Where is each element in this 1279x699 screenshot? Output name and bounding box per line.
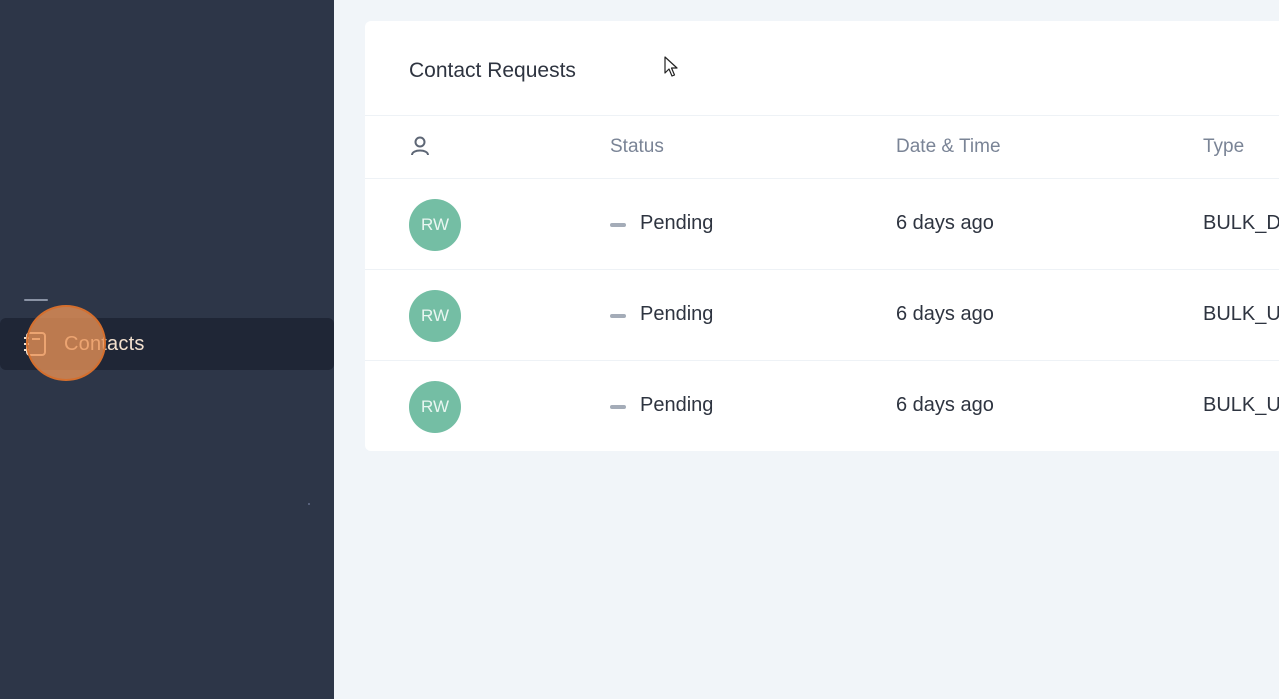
- table-row[interactable]: RW Pending 6 days ago BULK_D: [365, 179, 1279, 270]
- sidebar-item-label: Contacts: [64, 333, 145, 355]
- date-text: 6 days ago: [896, 394, 994, 416]
- contact-requests-card: Contact Requests Status Date & Time Type…: [365, 21, 1279, 451]
- sidebar-divider: [24, 299, 48, 301]
- column-header-date-time[interactable]: Date & Time: [896, 136, 1001, 158]
- type-text: BULK_U: [1203, 394, 1279, 416]
- sidebar: Contacts: [0, 0, 334, 699]
- app-root: Contacts Contact Requests Status Date & …: [0, 0, 1279, 699]
- status-dash-icon: [610, 314, 626, 318]
- column-header-type[interactable]: Type: [1203, 136, 1244, 158]
- user-icon: [409, 135, 431, 157]
- status-dash-icon: [610, 223, 626, 227]
- type-text: BULK_D: [1203, 212, 1279, 234]
- sidebar-item-contacts[interactable]: Contacts: [0, 318, 334, 370]
- column-header-status[interactable]: Status: [610, 136, 664, 158]
- table-row[interactable]: RW Pending 6 days ago BULK_U: [365, 270, 1279, 361]
- table-row[interactable]: RW Pending 6 days ago BULK_U: [365, 361, 1279, 451]
- date-text: 6 days ago: [896, 212, 994, 234]
- date-text: 6 days ago: [896, 303, 994, 325]
- sidebar-dot: [308, 503, 310, 505]
- card-title: Contact Requests: [409, 59, 576, 82]
- table-header: Status Date & Time Type: [365, 115, 1279, 179]
- status-text: Pending: [640, 303, 714, 325]
- avatar: RW: [409, 381, 461, 433]
- avatar: RW: [409, 290, 461, 342]
- status-dash-icon: [610, 405, 626, 409]
- type-text: BULK_U: [1203, 303, 1279, 325]
- status-text: Pending: [640, 394, 714, 416]
- contacts-book-icon: [22, 331, 50, 357]
- avatar: RW: [409, 199, 461, 251]
- status-text: Pending: [640, 212, 714, 234]
